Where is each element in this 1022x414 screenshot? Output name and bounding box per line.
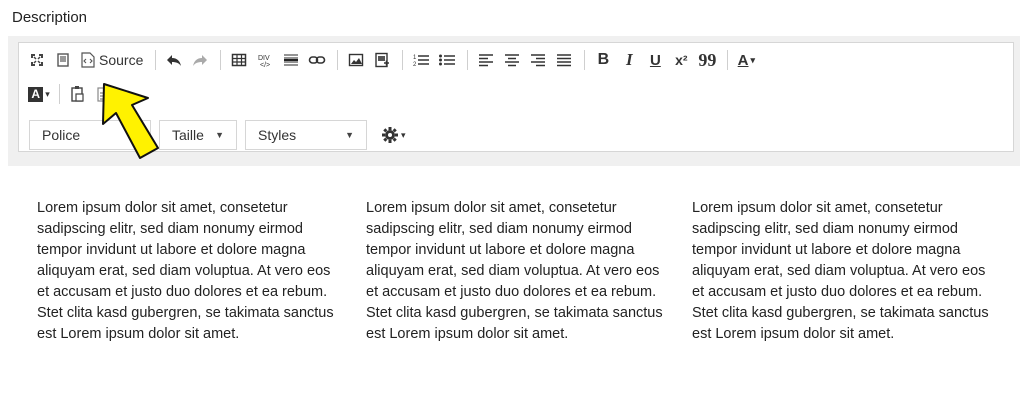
font-select-value: Police <box>42 127 81 143</box>
text-column-2: Lorem ipsum dolor sit amet, consetetur s… <box>366 200 663 342</box>
rich-text-editor: Source DIV </> 1 2 B I U x² 99 A ▾ A ▾ P… <box>8 36 1020 166</box>
size-select-value: Taille <box>172 127 204 143</box>
font-select[interactable]: Police <box>29 120 151 150</box>
gear-icon <box>382 127 398 143</box>
chevron-down-icon: ▼ <box>215 130 224 140</box>
source-icon <box>81 52 95 68</box>
paste-icon[interactable] <box>66 81 90 107</box>
underline-button[interactable]: U <box>643 47 667 73</box>
settings-dropdown[interactable]: ▾ <box>375 120 412 150</box>
description-label: Description <box>12 9 88 26</box>
numbered-list-icon[interactable]: 12 <box>409 47 433 73</box>
toolbar-separator <box>727 50 729 70</box>
svg-text:1: 1 <box>413 55 417 61</box>
image-icon[interactable] <box>344 47 368 73</box>
svg-text:DIV: DIV <box>258 55 270 62</box>
text-color-button[interactable]: A ▾ <box>734 47 758 73</box>
table-icon[interactable] <box>227 47 251 73</box>
align-left-icon[interactable] <box>474 47 498 73</box>
toolbar-separator <box>155 50 157 70</box>
maximize-icon[interactable] <box>25 47 49 73</box>
bulleted-list-icon[interactable] <box>435 47 459 73</box>
source-label: Source <box>99 52 144 68</box>
italic-button[interactable]: I <box>617 47 641 73</box>
align-justify-icon[interactable] <box>552 47 576 73</box>
source-button[interactable]: Source <box>77 47 147 73</box>
bold-button[interactable]: B <box>591 47 615 73</box>
toolbar-separator <box>59 84 60 104</box>
chevron-down-icon: ▾ <box>45 88 50 99</box>
chevron-down-icon: ▼ <box>345 130 354 140</box>
redo-icon[interactable] <box>188 47 212 73</box>
size-select[interactable]: Taille ▼ <box>159 120 237 150</box>
text-color-label: A <box>737 51 749 69</box>
undo-icon[interactable] <box>162 47 186 73</box>
svg-text:2: 2 <box>413 62 417 68</box>
text-column-3: Lorem ipsum dolor sit amet, consetetur s… <box>692 200 989 342</box>
align-center-icon[interactable] <box>500 47 524 73</box>
show-blocks-icon[interactable] <box>51 47 75 73</box>
toolbar-row-2: A ▾ <box>27 81 118 107</box>
text-column-1: Lorem ipsum dolor sit amet, consetetur s… <box>37 200 334 342</box>
toolbar-separator <box>467 50 469 70</box>
bg-color-button[interactable]: A ▾ <box>27 81 51 107</box>
toolbar-separator <box>337 50 339 70</box>
toolbar-separator <box>220 50 222 70</box>
editor-content[interactable]: Lorem ipsum dolor sit amet, consetetur s… <box>0 186 1022 414</box>
toolbar-row-1: Source DIV </> 1 2 B I U x² 99 A ▾ <box>25 47 760 73</box>
superscript-button[interactable]: x² <box>669 47 693 73</box>
editor-toolbar: Source DIV </> 1 2 B I U x² 99 A ▾ A ▾ P… <box>18 42 1014 152</box>
chevron-down-icon: ▾ <box>750 54 756 65</box>
toolbar-row-3: Police Taille ▼ Styles ▼ ▾ <box>29 119 420 151</box>
svg-text:</>: </> <box>260 62 270 68</box>
toolbar-separator <box>402 50 404 70</box>
chevron-down-icon: ▾ <box>401 129 406 140</box>
horizontal-line-icon[interactable] <box>279 47 303 73</box>
insert-template-icon[interactable] <box>370 47 394 73</box>
align-right-icon[interactable] <box>526 47 550 73</box>
bg-color-label: A <box>28 86 44 102</box>
toolbar-separator <box>584 50 586 70</box>
styles-select-value: Styles <box>258 127 297 143</box>
special-char-icon[interactable]: DIV </> <box>253 47 277 73</box>
link-icon[interactable] <box>305 47 329 73</box>
styles-select[interactable]: Styles ▼ <box>245 120 367 150</box>
blockquote-button[interactable]: 99 <box>695 47 719 73</box>
paste-text-icon[interactable] <box>92 81 116 107</box>
